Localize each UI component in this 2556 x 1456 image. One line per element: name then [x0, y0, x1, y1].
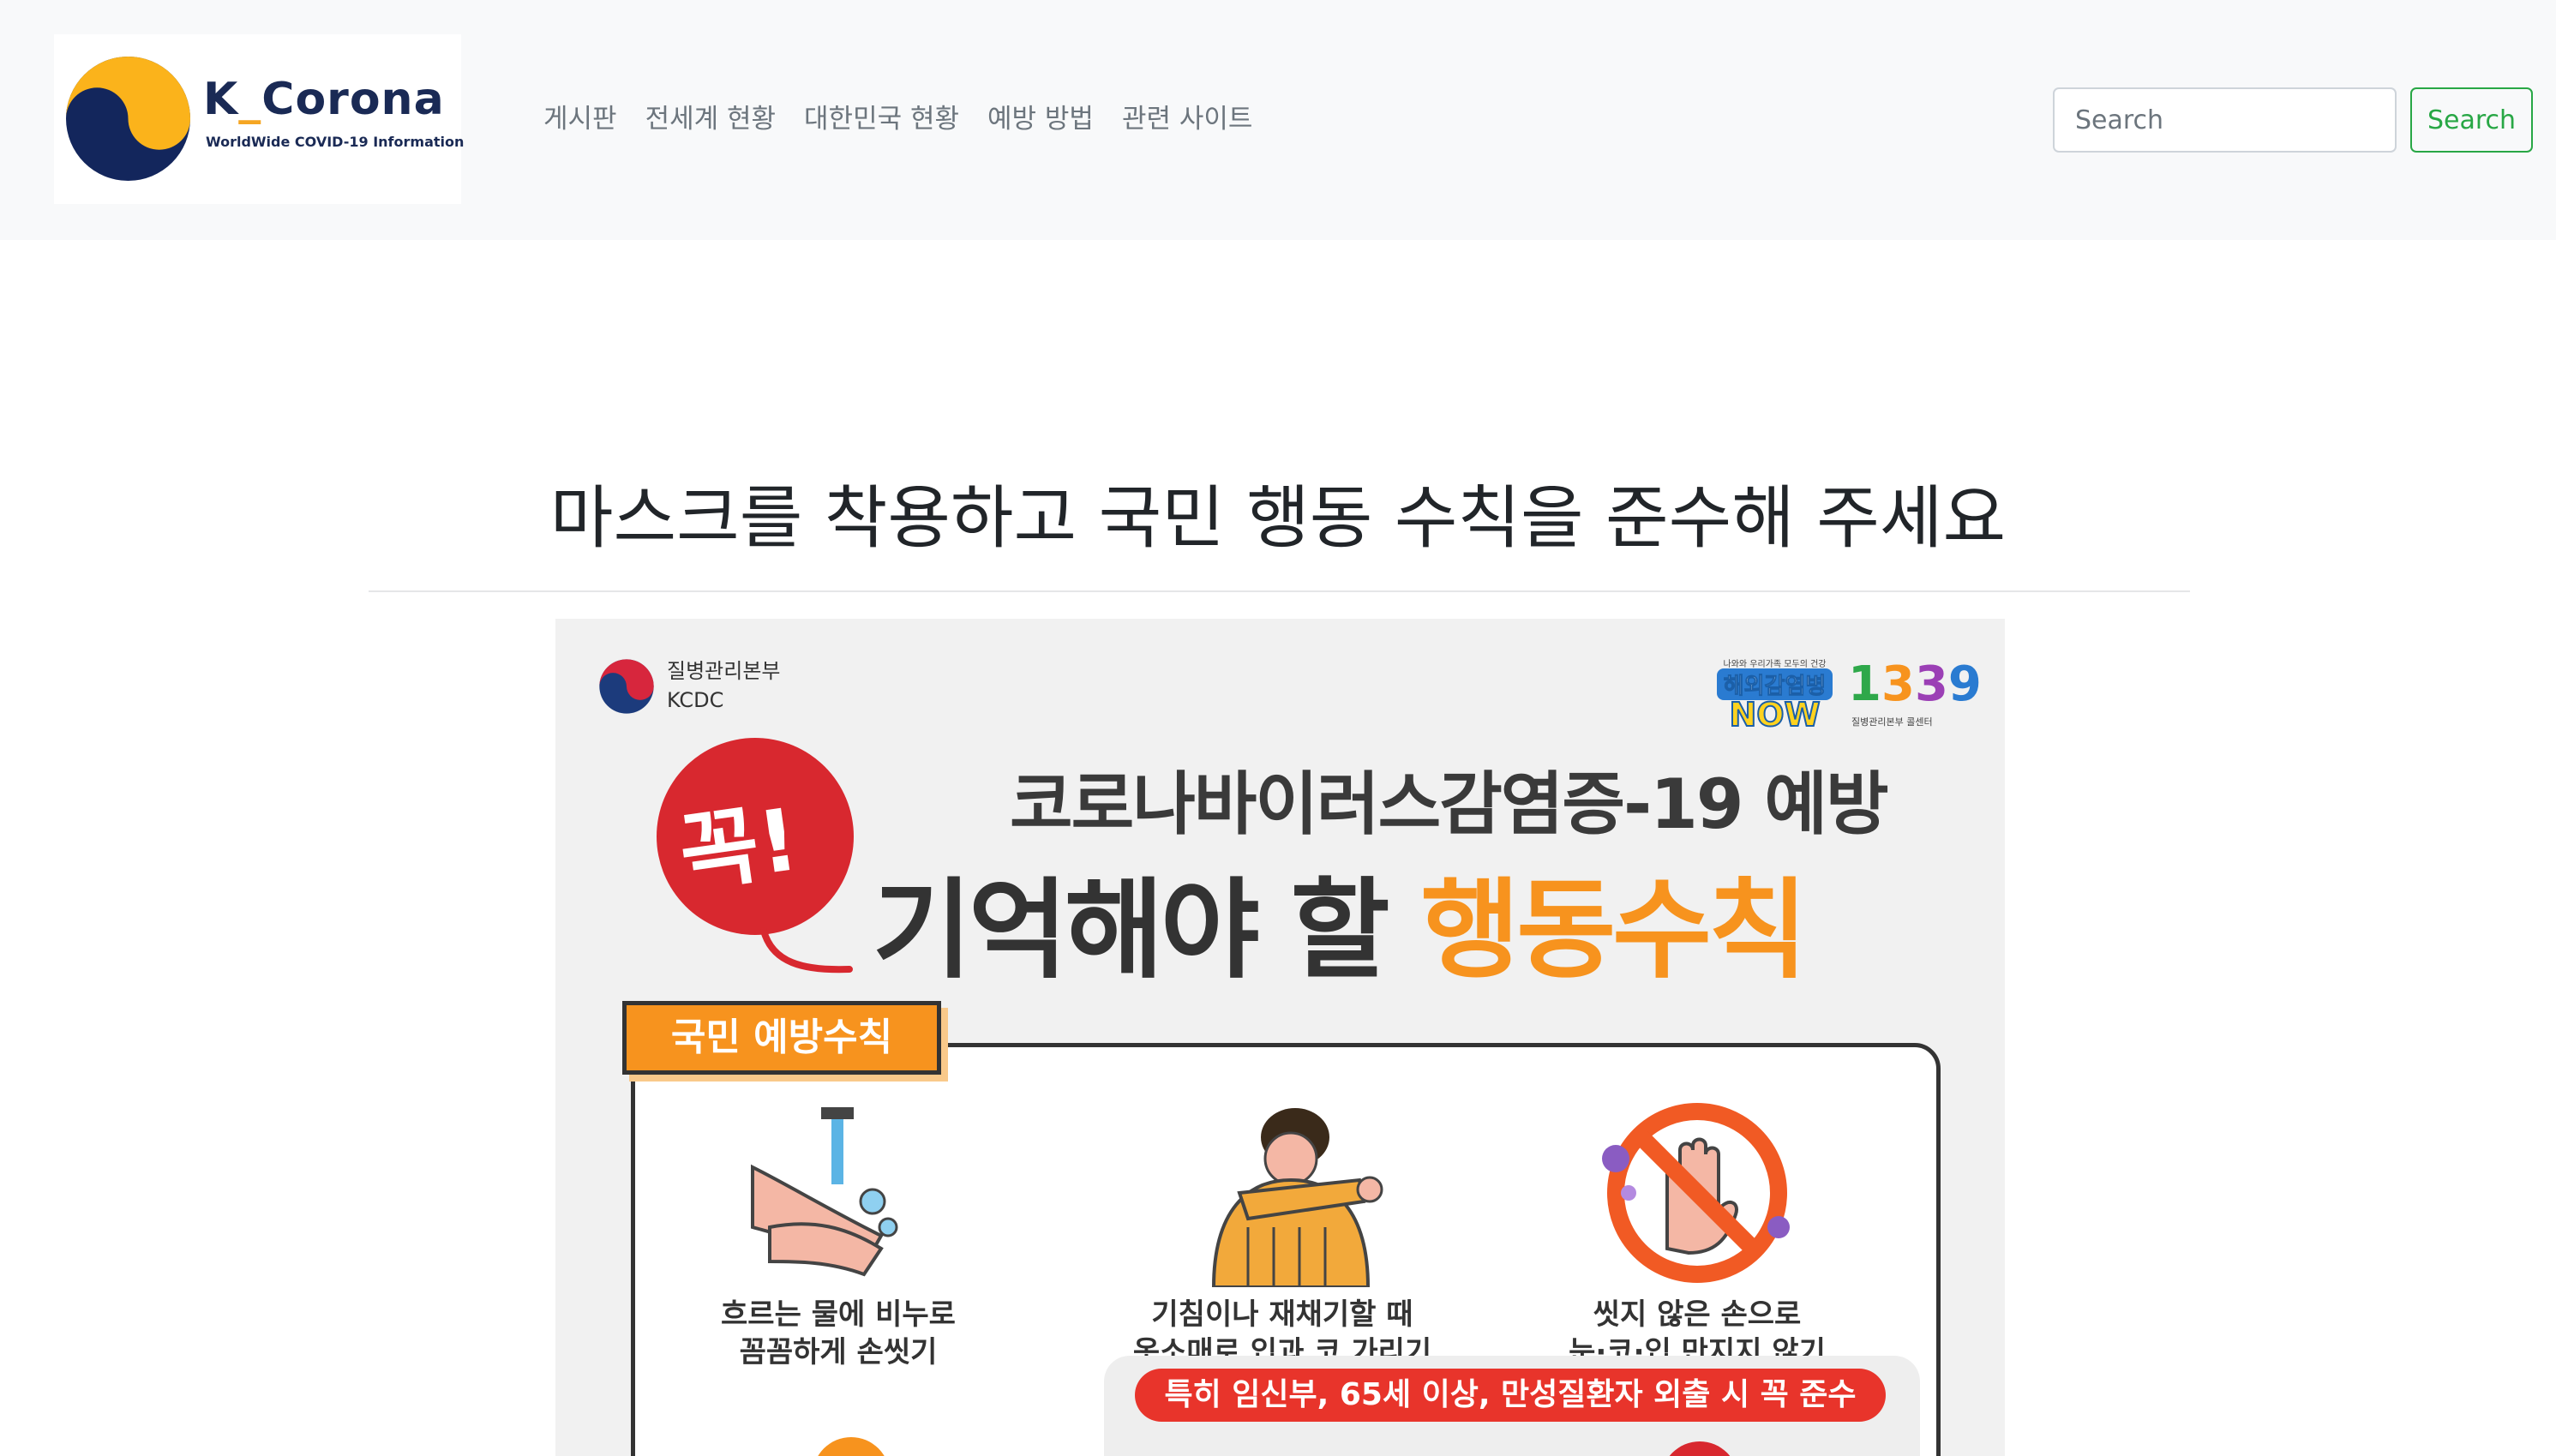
no-touch-face-icon — [1602, 1103, 1790, 1283]
title-divider — [369, 590, 2190, 592]
brand-title: K_Corona — [203, 74, 445, 125]
brand-subtitle: WorldWide COVID-19 Information — [206, 134, 465, 150]
notice-pill: 특히 임신부, 65세 이상, 만성질환자 외출 시 꼭 준수 — [1135, 1369, 1886, 1422]
rule-no-touch-face: 씻지 않은 손으로 눈·코·입 만지지 않기 — [1509, 1099, 1886, 1390]
overseas-infection-now-badge: 나와와 우리가족 모두의 건강 해외감염병 NOW — [1717, 656, 1833, 734]
poster-headline-1: 코로나바이러스감염증-19 예방 — [1010, 764, 1889, 844]
nav-link-related-sites[interactable]: 관련 사이트 — [1122, 98, 1252, 141]
search-input[interactable] — [2053, 87, 2397, 153]
nav-link-world-status[interactable]: 전세계 현황 — [645, 98, 776, 141]
poster-headline-2: 기억해야 할 행동수칙 — [873, 867, 1808, 993]
nav-link-board[interactable]: 게시판 — [543, 98, 617, 141]
cough-into-sleeve-icon — [1211, 1108, 1383, 1287]
bubble-text: 꼭! — [673, 788, 805, 905]
hotline-1339-logo: 1339 질병관리본부 콜센터 — [1848, 656, 1982, 728]
nav-link-prevention[interactable]: 예방 방법 — [987, 98, 1094, 141]
nav-links: 게시판 전세계 현황 대한민국 현황 예방 방법 관련 사이트 — [543, 98, 1281, 141]
search-button[interactable]: Search — [2410, 87, 2533, 153]
hand-washing-icon — [751, 1107, 898, 1277]
taegeuk-circle-icon — [66, 57, 190, 181]
taegeuk-small-icon — [599, 659, 654, 714]
navbar: K_Corona WorldWide COVID-19 Information … — [0, 0, 2556, 240]
rule-cover-cough: 기침이나 재채기할 때 옷소매로 입과 코 가리기 — [1094, 1099, 1471, 1390]
rule-hand-washing: 흐르는 물에 비누로 꼼꼼하게 손씻기 — [650, 1099, 1027, 1390]
section-tag: 국민 예방수칙 — [622, 1001, 941, 1075]
kcdc-name: 질병관리본부 KCDC — [667, 659, 781, 712]
prevention-poster-image: 질병관리본부 KCDC 나와와 우리가족 모두의 건강 해외감염병 NOW 13… — [555, 619, 2005, 1456]
nav-link-korea-status[interactable]: 대한민국 현황 — [804, 98, 959, 141]
brand-logo-link[interactable]: K_Corona WorldWide COVID-19 Information — [54, 34, 465, 204]
page-title: 마스크를 착용하고 국민 행동 수칙을 준수해 주세요 — [549, 478, 2007, 558]
